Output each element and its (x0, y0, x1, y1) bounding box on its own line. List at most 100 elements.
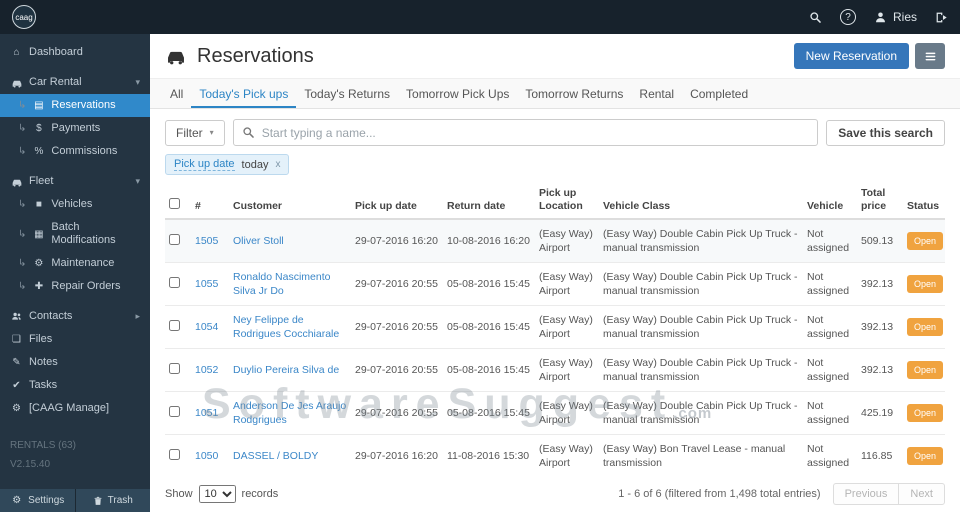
reservation-id-link[interactable]: 1051 (195, 407, 218, 419)
help-icon[interactable]: ? (840, 9, 856, 25)
col-pickup-location[interactable]: Pick up Location (535, 182, 599, 219)
customer-link[interactable]: Duylio Pereira Silva de (233, 364, 339, 376)
reservation-id-link[interactable]: 1505 (195, 235, 218, 247)
settings-button[interactable]: ⚙ Settings (0, 489, 76, 512)
sidebar-item-fleet[interactable]: Fleet ▾ (0, 170, 150, 193)
row-checkbox[interactable] (169, 234, 180, 245)
status-badge[interactable]: Open (907, 404, 943, 422)
trash-button[interactable]: Trash (76, 489, 151, 512)
vehicle: Not assigned (803, 306, 857, 349)
row-checkbox[interactable] (169, 277, 180, 288)
table-row[interactable]: 1505 Oliver Stoll 29-07-2016 16:20 10-08… (165, 219, 945, 263)
row-checkbox[interactable] (169, 406, 180, 417)
table-row[interactable]: 1052 Duylio Pereira Silva de 29-07-2016 … (165, 349, 945, 392)
vehicle: Not assigned (803, 435, 857, 477)
sidebar-item-label: Car Rental (29, 76, 82, 89)
sidebar-item-label: Dashboard (29, 46, 83, 59)
pagination: 1 - 6 of 6 (filtered from 1,498 total en… (618, 483, 945, 505)
customer-link[interactable]: Ney Felippe de Rodrigues Cocchiarale (233, 314, 339, 340)
status-badge[interactable]: Open (907, 232, 943, 250)
vehicles-icon: ■ (32, 198, 45, 211)
return-date: 05-08-2016 15:45 (443, 263, 535, 306)
total-price: 509.13 (857, 219, 903, 263)
col-customer[interactable]: Customer (229, 182, 351, 219)
tab-tomorrow-returns[interactable]: Tomorrow Returns (517, 79, 631, 108)
tab-todays-returns[interactable]: Today's Returns (296, 79, 398, 108)
sidebar-item-commissions[interactable]: ↳ % Commissions (0, 140, 150, 163)
menu-button[interactable] (915, 43, 945, 69)
table-row[interactable]: 1050 DASSEL / BOLDY 29-07-2016 16:20 11-… (165, 435, 945, 477)
col-vehicle[interactable]: Vehicle (803, 182, 857, 219)
customer-link[interactable]: DASSEL / BOLDY (233, 450, 318, 462)
sidebar-item-caag-manage[interactable]: ⚙ [CAAG Manage] (0, 397, 150, 420)
tab-tomorrow-pick-ups[interactable]: Tomorrow Pick Ups (398, 79, 517, 108)
row-checkbox[interactable] (169, 363, 180, 374)
tab-all[interactable]: All (162, 79, 191, 108)
reservation-id-link[interactable]: 1052 (195, 364, 218, 376)
sidebar: ⌂ Dashboard Car Rental ▾ ↳ ▤ Reservation… (0, 34, 150, 512)
per-page-select[interactable]: 10 (199, 485, 236, 503)
reservation-id-link[interactable]: 1054 (195, 321, 218, 333)
notes-icon: ✎ (10, 356, 23, 369)
return-date: 10-08-2016 16:20 (443, 219, 535, 263)
status-badge[interactable]: Open (907, 447, 943, 465)
row-checkbox[interactable] (169, 320, 180, 331)
sidebar-item-maintenance[interactable]: ↳ ⚙ Maintenance (0, 252, 150, 275)
maintenance-icon: ⚙ (32, 257, 45, 270)
previous-button[interactable]: Previous (833, 483, 899, 505)
search-icon[interactable] (809, 11, 822, 24)
sidebar-item-car-rental[interactable]: Car Rental ▾ (0, 71, 150, 94)
col-total-price[interactable]: Total price (857, 182, 903, 219)
col-return-date[interactable]: Return date (443, 182, 535, 219)
sidebar-item-reservations[interactable]: ↳ ▤ Reservations (0, 94, 150, 117)
customer-link[interactable]: Oliver Stoll (233, 235, 284, 247)
table-row[interactable]: 1054 Ney Felippe de Rodrigues Cocchiaral… (165, 306, 945, 349)
sidebar-item-label: Commissions (51, 145, 117, 158)
col-pickup-date[interactable]: Pick up date (351, 182, 443, 219)
sidebar-item-repair-orders[interactable]: ↳ ✚ Repair Orders (0, 275, 150, 298)
commissions-icon: % (32, 145, 45, 158)
col-id[interactable]: # (191, 182, 229, 219)
customer-link[interactable]: Anderson De Jes Araujo Rodgrigues (233, 400, 346, 426)
col-status[interactable]: Status (903, 182, 945, 219)
sidebar-item-label: Batch Modifications (51, 221, 140, 247)
trash-icon (93, 496, 103, 506)
tab-completed[interactable]: Completed (682, 79, 756, 108)
status-badge[interactable]: Open (907, 275, 943, 293)
sidebar-item-tasks[interactable]: ✔ Tasks (0, 374, 150, 397)
sub-arrow-icon: ↳ (18, 145, 26, 158)
sidebar-item-payments[interactable]: ↳ $ Payments (0, 117, 150, 140)
reservation-id-link[interactable]: 1050 (195, 450, 218, 462)
sidebar-item-contacts[interactable]: Contacts ▸ (0, 305, 150, 328)
row-checkbox[interactable] (169, 449, 180, 460)
next-button[interactable]: Next (898, 483, 945, 505)
sidebar-item-dashboard[interactable]: ⌂ Dashboard (0, 41, 150, 64)
filter-button[interactable]: Filter ▾ (165, 120, 225, 146)
return-date: 05-08-2016 15:45 (443, 349, 535, 392)
status-badge[interactable]: Open (907, 318, 943, 336)
sign-out-icon[interactable] (935, 11, 948, 24)
col-vehicle-class[interactable]: Vehicle Class (599, 182, 803, 219)
status-badge[interactable]: Open (907, 361, 943, 379)
save-search-button[interactable]: Save this search (826, 120, 945, 146)
total-price: 392.13 (857, 306, 903, 349)
reservation-id-link[interactable]: 1055 (195, 278, 218, 290)
sidebar-item-label: Maintenance (51, 257, 114, 270)
select-all-checkbox[interactable] (169, 198, 180, 209)
caag-logo[interactable]: caag (12, 5, 36, 29)
customer-link[interactable]: Ronaldo Nascimento Silva Jr Do (233, 271, 330, 297)
new-reservation-button[interactable]: New Reservation (794, 43, 909, 69)
sidebar-item-vehicles[interactable]: ↳ ■ Vehicles (0, 193, 150, 216)
user-menu[interactable]: Ries (874, 10, 917, 24)
chevron-down-icon: ▾ (135, 175, 140, 188)
table-row[interactable]: 1055 Ronaldo Nascimento Silva Jr Do 29-0… (165, 263, 945, 306)
sidebar-item-batch-modifications[interactable]: ↳ ▦ Batch Modifications (0, 216, 150, 252)
search-input[interactable] (262, 126, 810, 140)
chip-label[interactable]: Pick up date (174, 158, 235, 171)
sidebar-item-notes[interactable]: ✎ Notes (0, 351, 150, 374)
sidebar-item-files[interactable]: ❏ Files (0, 328, 150, 351)
tab-todays-pick-ups[interactable]: Today's Pick ups (191, 79, 296, 108)
tab-rental[interactable]: Rental (631, 79, 682, 108)
chip-remove-icon[interactable]: x (275, 159, 280, 170)
table-row[interactable]: 1051 Anderson De Jes Araujo Rodgrigues 2… (165, 392, 945, 435)
